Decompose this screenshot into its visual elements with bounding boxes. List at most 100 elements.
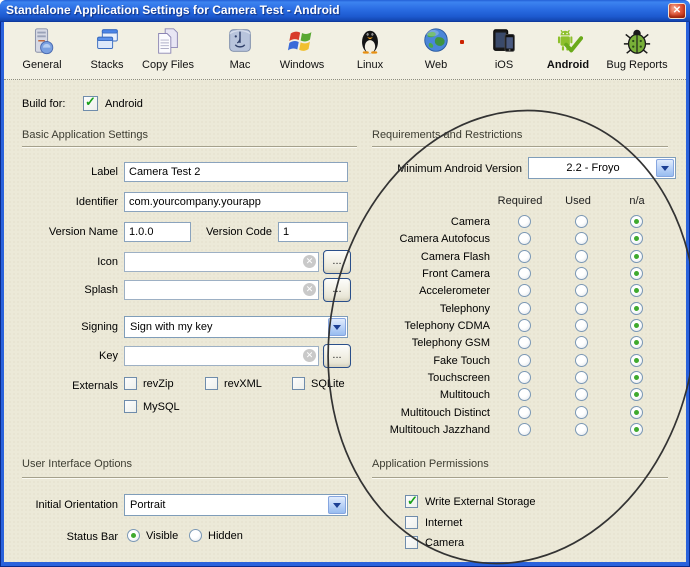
required-radio[interactable] — [518, 284, 531, 297]
close-icon: ✕ — [673, 5, 681, 16]
required-radio[interactable] — [518, 371, 531, 384]
used-radio[interactable] — [575, 423, 588, 436]
toolbar-item-label: Web — [425, 59, 447, 71]
toolbar-item-android[interactable]: Android — [536, 25, 600, 77]
build-for-android-checkbox[interactable] — [83, 96, 98, 111]
na-radio[interactable] — [630, 302, 643, 315]
toolbar-item-bug-reports[interactable]: Bug Reports — [600, 25, 674, 77]
required-radio[interactable] — [518, 267, 531, 280]
used-radio[interactable] — [575, 406, 588, 419]
status-bar-visible-label: Visible — [146, 530, 178, 542]
used-radio[interactable] — [575, 284, 588, 297]
chevron-down-icon[interactable] — [656, 159, 674, 177]
toolbar-item-copy-files[interactable]: Copy Files — [136, 25, 200, 77]
na-radio[interactable] — [630, 250, 643, 263]
requirement-row: Telephony CDMA — [340, 318, 670, 335]
initial-orientation-select[interactable]: Portrait — [124, 494, 348, 516]
revzip-checkbox[interactable] — [124, 377, 137, 390]
key-field: ✕ — [124, 346, 319, 366]
na-radio[interactable] — [630, 406, 643, 419]
required-radio[interactable] — [518, 336, 531, 349]
used-radio[interactable] — [575, 371, 588, 384]
toolbar-item-stacks[interactable]: Stacks — [75, 25, 139, 77]
clear-icon[interactable]: ✕ — [303, 349, 316, 362]
status-bar-hidden-label: Hidden — [208, 530, 243, 542]
externals-label: Externals — [0, 380, 118, 392]
revxml-checkbox[interactable] — [205, 377, 218, 390]
requirement-label: Fake Touch — [340, 355, 490, 367]
used-radio[interactable] — [575, 267, 588, 280]
na-radio[interactable] — [630, 423, 643, 436]
na-radio[interactable] — [630, 284, 643, 297]
required-radio[interactable] — [518, 302, 531, 315]
used-radio[interactable] — [575, 215, 588, 228]
toolbar-item-ios[interactable]: iOS — [472, 25, 536, 77]
identifier-input[interactable] — [124, 192, 348, 212]
required-radio[interactable] — [518, 215, 531, 228]
na-radio[interactable] — [630, 215, 643, 228]
web-icon — [421, 25, 451, 57]
toolbar-item-windows[interactable]: Windows — [270, 25, 334, 77]
basic-settings-divider — [22, 146, 357, 147]
status-bar-visible-radio[interactable] — [127, 529, 140, 542]
camera-checkbox[interactable] — [405, 536, 418, 549]
na-radio[interactable] — [630, 319, 643, 332]
used-radio[interactable] — [575, 319, 588, 332]
required-radio[interactable] — [518, 354, 531, 367]
toolbar-item-mac[interactable]: Mac — [208, 25, 272, 77]
na-radio[interactable] — [630, 232, 643, 245]
na-radio[interactable] — [630, 336, 643, 349]
close-button[interactable]: ✕ — [668, 3, 686, 19]
clear-icon[interactable]: ✕ — [303, 283, 316, 296]
version-code-input[interactable] — [278, 222, 348, 242]
requirement-row: Telephony GSM — [340, 335, 670, 352]
mac-icon — [225, 25, 255, 57]
required-radio[interactable] — [518, 388, 531, 401]
toolbar-item-label: General — [22, 59, 61, 71]
toolbar-item-web[interactable]: Web — [404, 25, 468, 77]
toolbar-item-general[interactable]: General — [10, 25, 74, 77]
mysql-checkbox[interactable] — [124, 400, 137, 413]
toolbar-item-label: Copy Files — [142, 59, 194, 71]
required-radio[interactable] — [518, 423, 531, 436]
na-radio[interactable] — [630, 371, 643, 384]
signing-select[interactable]: Sign with my key — [124, 316, 348, 338]
status-bar-hidden-radio[interactable] — [189, 529, 202, 542]
clear-icon[interactable]: ✕ — [303, 255, 316, 268]
initial-orientation-value: Portrait — [130, 499, 165, 511]
na-radio[interactable] — [630, 267, 643, 280]
internet-checkbox[interactable] — [405, 516, 418, 529]
key-path-input[interactable] — [124, 346, 319, 366]
label-input[interactable] — [124, 162, 348, 182]
requirement-label: Telephony — [340, 303, 490, 315]
ui-options-header: User Interface Options — [22, 458, 132, 470]
version-name-input[interactable] — [124, 222, 191, 242]
used-radio[interactable] — [575, 336, 588, 349]
chevron-down-icon[interactable] — [328, 496, 346, 514]
titlebar[interactable]: Standalone Application Settings for Came… — [0, 0, 690, 22]
na-radio[interactable] — [630, 354, 643, 367]
required-radio[interactable] — [518, 319, 531, 332]
splash-path-input[interactable] — [124, 280, 319, 300]
used-radio[interactable] — [575, 388, 588, 401]
toolbar-item-linux[interactable]: Linux — [338, 25, 402, 77]
write-external-storage-checkbox[interactable] — [405, 495, 418, 508]
required-radio[interactable] — [518, 232, 531, 245]
used-radio[interactable] — [575, 302, 588, 315]
required-column-header: Required — [484, 195, 556, 207]
toolbar: General Stacks Copy Files Mac Windows Li… — [4, 22, 686, 80]
bug-reports-icon — [622, 25, 652, 57]
sqlite-checkbox[interactable] — [292, 377, 305, 390]
requirement-row: Camera Flash — [340, 249, 670, 266]
min-android-version-select[interactable]: 2.2 - Froyo — [528, 157, 676, 179]
revzip-label: revZip — [143, 378, 174, 390]
required-radio[interactable] — [518, 406, 531, 419]
used-radio[interactable] — [575, 250, 588, 263]
min-android-version-value: 2.2 - Froyo — [566, 162, 619, 174]
na-radio[interactable] — [630, 388, 643, 401]
required-radio[interactable] — [518, 250, 531, 263]
used-radio[interactable] — [575, 232, 588, 245]
initial-orientation-label: Initial Orientation — [0, 499, 118, 511]
icon-path-input[interactable] — [124, 252, 319, 272]
used-radio[interactable] — [575, 354, 588, 367]
